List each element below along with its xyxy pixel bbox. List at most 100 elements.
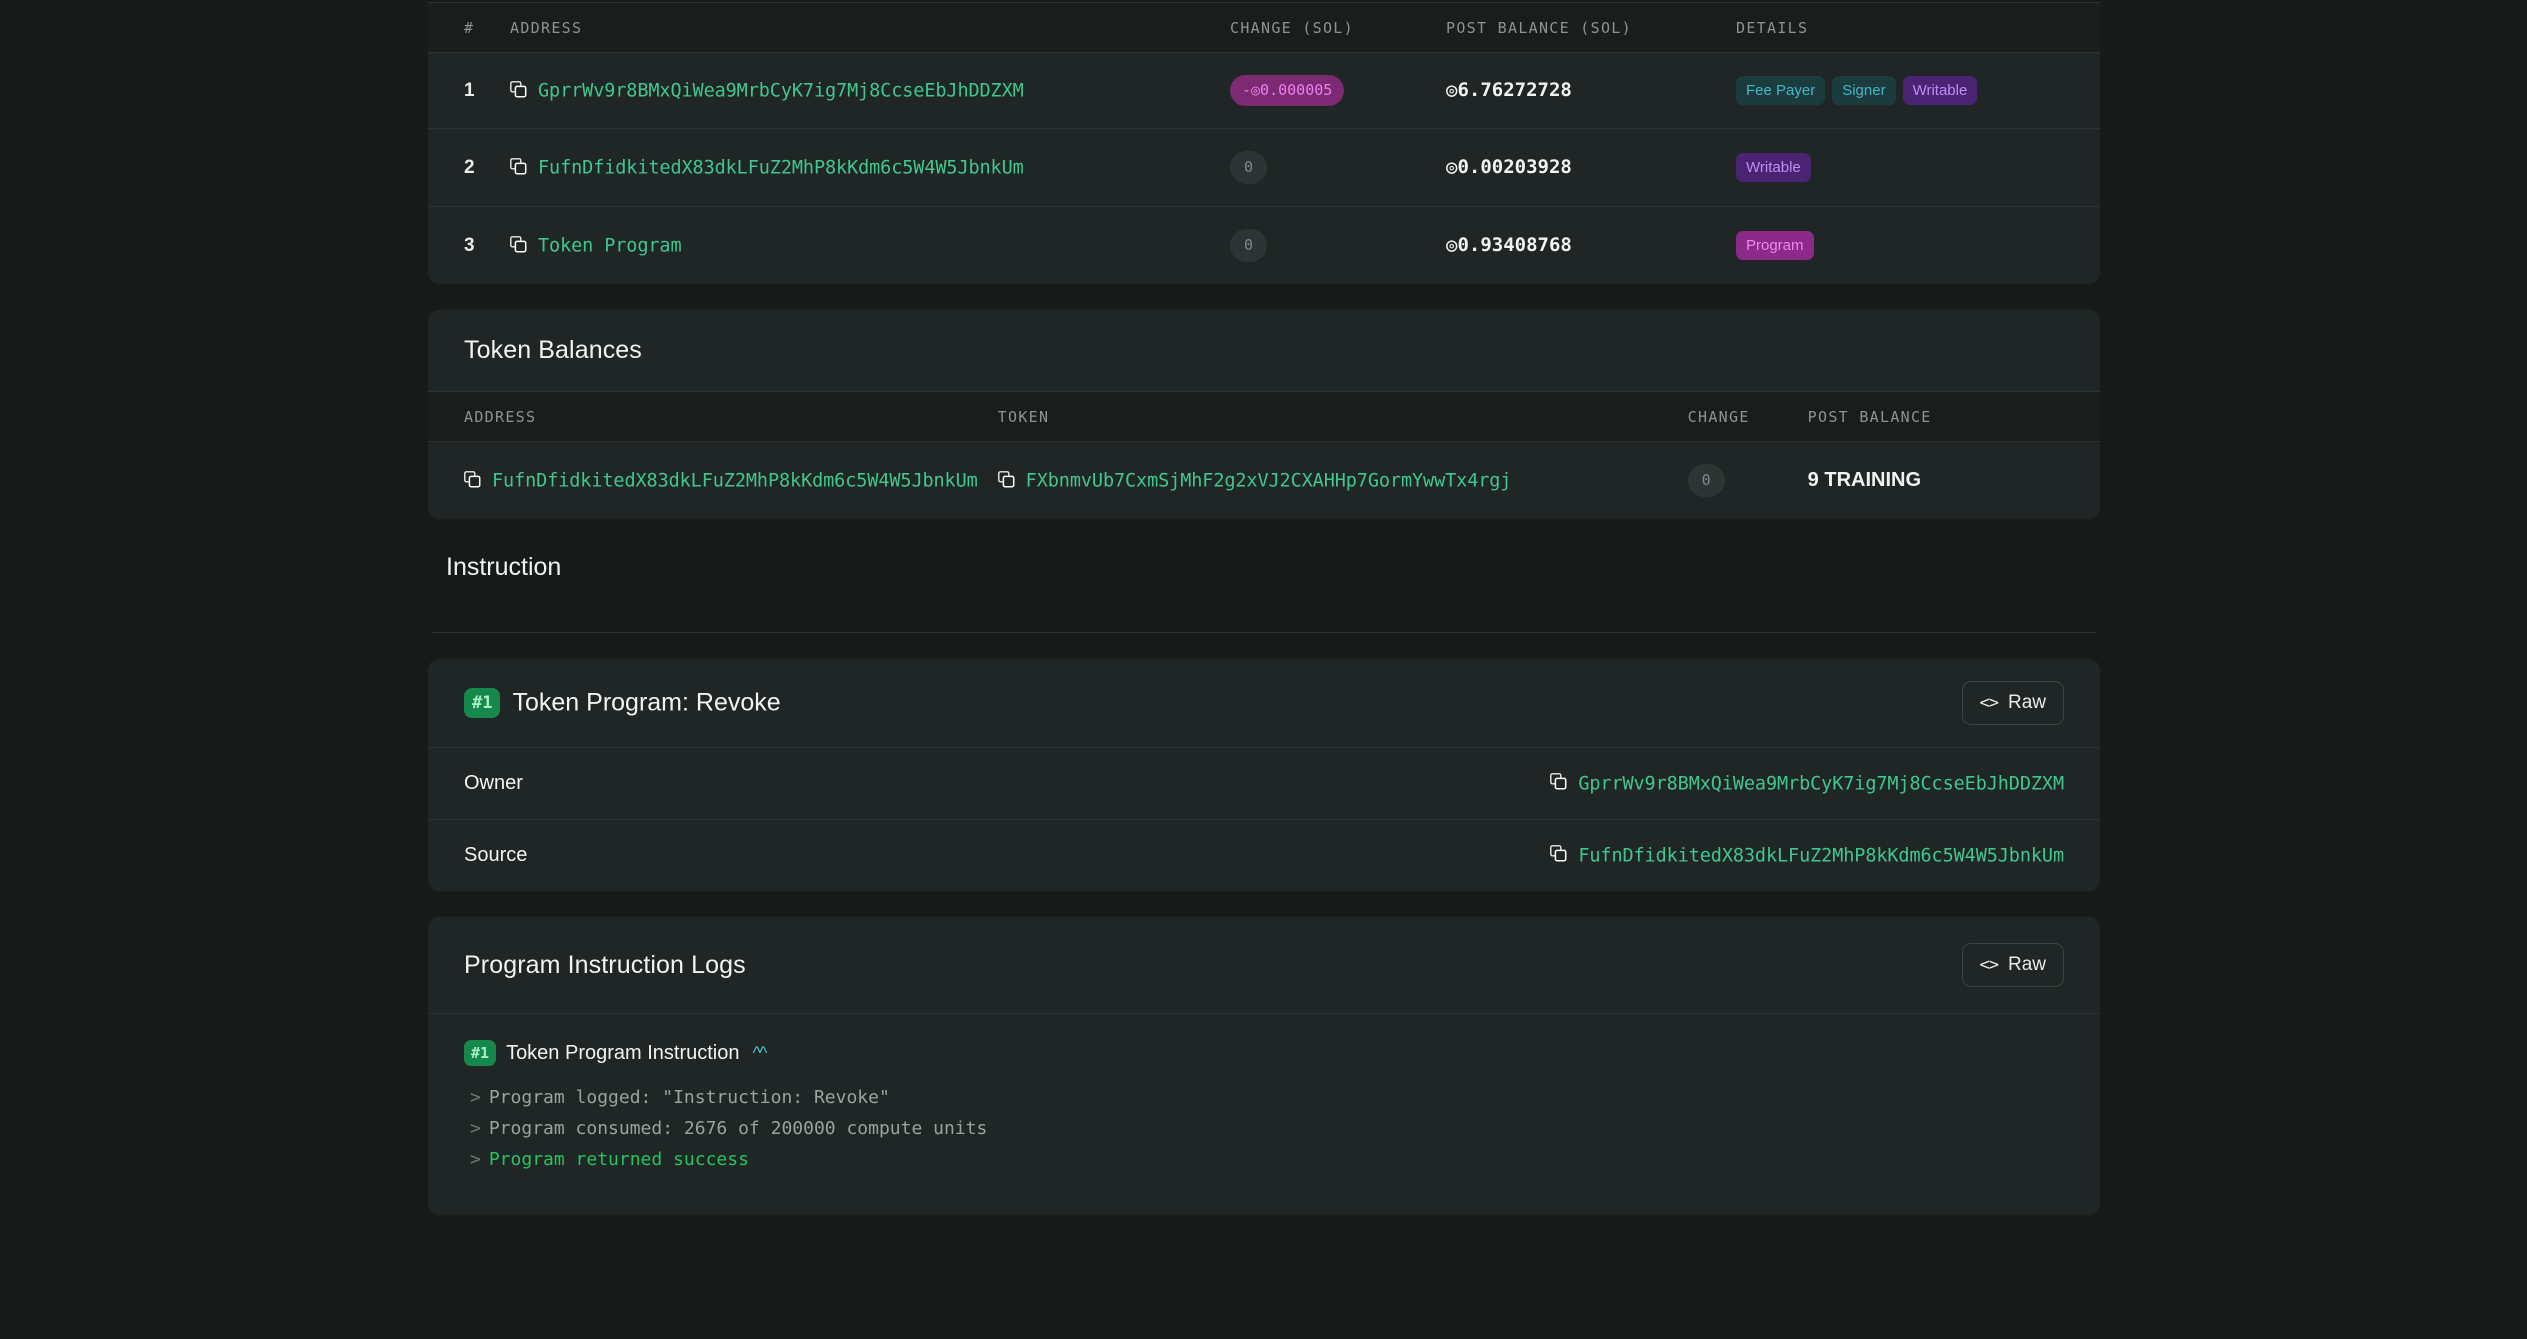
log-prefix-icon: > — [470, 1149, 481, 1170]
instruction-title: Token Program: Revoke — [512, 689, 780, 717]
source-address-link[interactable]: FufnDfidkitedX83dkLFuZ2MhP8kKdm6c5W4W5Jb… — [1578, 845, 2064, 866]
copy-icon[interactable] — [1550, 773, 1567, 790]
accounts-table-body: 1 GprrWv9r8BMxQiWea9MrbCyK7ig7Mj8CcseEbJ… — [428, 53, 2100, 285]
row-post-balance-cell: ◎0.00203928 — [1436, 129, 1726, 207]
row-address-cell: FufnDfidkitedX83dkLFuZ2MhP8kKdm6c5W4W5Jb… — [428, 442, 988, 520]
content-container: # ADDRESS CHANGE (SOL) POST BALANCE (SOL… — [428, 0, 2100, 1215]
col-address: ADDRESS — [428, 392, 988, 442]
logs-title: Program Instruction Logs — [464, 951, 746, 980]
status-badge: Fee Payer — [1736, 76, 1825, 105]
address-link[interactable]: FufnDfidkitedX83dkLFuZ2MhP8kKdm6c5W4W5Jb… — [538, 157, 1024, 178]
raw-button[interactable]: <> Raw — [1962, 681, 2065, 725]
row-index: 3 — [464, 235, 475, 256]
status-badge: Writable — [1903, 76, 1978, 105]
log-line-text: Program returned success — [489, 1149, 749, 1170]
table-row: 3 Token Program 0 — [428, 207, 2100, 285]
logs-card-header: Program Instruction Logs <> Raw — [428, 917, 2100, 1013]
address-link[interactable]: FufnDfidkitedX83dkLFuZ2MhP8kKdm6c5W4W5Jb… — [492, 470, 978, 491]
section-divider — [432, 632, 2096, 633]
copy-icon[interactable] — [998, 471, 1015, 488]
row-post-balance-cell: ◎0.93408768 — [1436, 207, 1726, 285]
code-icon: <> — [1980, 955, 1998, 975]
log-line: > Program returned success — [464, 1144, 2064, 1175]
log-prefix-icon: > — [470, 1118, 481, 1139]
col-details: DETAILS — [1726, 3, 2100, 53]
row-index: 2 — [464, 157, 475, 178]
log-prefix-icon: > — [470, 1087, 481, 1108]
row-change-cell: 0 — [1678, 442, 1798, 520]
change-badge: 0 — [1688, 464, 1725, 497]
instruction-index-badge: #1 — [464, 688, 500, 718]
copy-icon[interactable] — [510, 158, 527, 175]
row-details-cell: Program — [1726, 207, 2100, 285]
copy-icon[interactable] — [464, 471, 481, 488]
instruction-card: #1 Token Program: Revoke <> Raw Owner Gpr… — [428, 659, 2100, 891]
accounts-table: # ADDRESS CHANGE (SOL) POST BALANCE (SOL… — [428, 2, 2100, 284]
row-details-cell: Fee PayerSigner Writable — [1726, 53, 2100, 129]
col-change: CHANGE (SOL) — [1220, 3, 1436, 53]
address-link[interactable]: GprrWv9r8BMxQiWea9MrbCyK7ig7Mj8CcseEbJhD… — [538, 80, 1024, 101]
copy-icon[interactable] — [510, 236, 527, 253]
field-value: GprrWv9r8BMxQiWea9MrbCyK7ig7Mj8CcseEbJhD… — [1550, 773, 2064, 794]
change-badge: 0 — [1230, 151, 1267, 184]
post-balance-value: 9 TRAINING — [1808, 469, 1921, 491]
row-index-cell: 3 — [428, 207, 500, 285]
token-balances-table-head: ADDRESS TOKEN CHANGE POST BALANCE — [428, 392, 2100, 442]
instruction-field-row: Source FufnDfidkitedX83dkLFuZ2MhP8kKdm6c… — [428, 819, 2100, 891]
raw-button[interactable]: <> Raw — [1962, 943, 2065, 987]
instruction-field-row: Owner GprrWv9r8BMxQiWea9MrbCyK7ig7Mj8Ccs… — [428, 747, 2100, 819]
raw-button-label: Raw — [2008, 692, 2046, 714]
col-change: CHANGE — [1678, 392, 1798, 442]
chevron-up-double-icon[interactable]: ^^ — [753, 1044, 766, 1062]
row-token-cell: FXbnmvUb7CxmSjMhF2g2xVJ2CXAHHp7GormYwwTx… — [988, 442, 1678, 520]
status-badge: Program — [1736, 231, 1814, 260]
row-details-cell: Writable — [1726, 129, 2100, 207]
owner-address-link[interactable]: GprrWv9r8BMxQiWea9MrbCyK7ig7Mj8CcseEbJhD… — [1578, 773, 2064, 794]
token-balances-table-body: FufnDfidkitedX83dkLFuZ2MhP8kKdm6c5W4W5Jb… — [428, 442, 2100, 520]
col-post-balance: POST BALANCE — [1798, 392, 2100, 442]
copy-icon[interactable] — [1550, 845, 1567, 862]
col-index: # — [428, 3, 500, 53]
col-address: ADDRESS — [500, 3, 1220, 53]
row-address-cell: Token Program — [500, 207, 1220, 285]
log-line: > Program logged: "Instruction: Revoke" — [464, 1082, 2064, 1113]
row-post-balance-cell: ◎6.76272728 — [1436, 53, 1726, 129]
token-balances-table: ADDRESS TOKEN CHANGE POST BALANCE — [428, 391, 2100, 519]
field-key: Owner — [464, 772, 523, 795]
field-key: Source — [464, 844, 527, 867]
change-badge: -◎0.000005 — [1230, 75, 1344, 106]
token-link[interactable]: FXbnmvUb7CxmSjMhF2g2xVJ2CXAHHp7GormYwwTx… — [1026, 470, 1512, 491]
row-index: 1 — [464, 80, 475, 101]
raw-button-label: Raw — [2008, 954, 2046, 976]
change-badge: 0 — [1230, 229, 1267, 262]
row-change-cell: 0 — [1220, 207, 1436, 285]
copy-icon[interactable] — [510, 81, 527, 98]
table-row: 2 FufnDfidkitedX83dkLFuZ2MhP8kKdm6c5W4W5… — [428, 129, 2100, 207]
col-post-balance: POST BALANCE (SOL) — [1436, 3, 1726, 53]
accounts-table-head: # ADDRESS CHANGE (SOL) POST BALANCE (SOL… — [428, 3, 2100, 53]
token-balances-header: Token Balances — [428, 310, 2100, 391]
token-balances-header-row: ADDRESS TOKEN CHANGE POST BALANCE — [428, 392, 2100, 442]
page-title: Token Balances — [464, 336, 2064, 365]
row-index-cell: 2 — [428, 129, 500, 207]
row-change-cell: 0 — [1220, 129, 1436, 207]
row-index-cell: 1 — [428, 53, 500, 129]
table-row: FufnDfidkitedX83dkLFuZ2MhP8kKdm6c5W4W5Jb… — [428, 442, 2100, 520]
row-address-cell: FufnDfidkitedX83dkLFuZ2MhP8kKdm6c5W4W5Jb… — [500, 129, 1220, 207]
post-balance-value: ◎6.76272728 — [1446, 79, 1572, 101]
status-badge: Signer — [1832, 76, 1895, 105]
log-line-text: Program consumed: 2676 of 200000 compute… — [489, 1118, 988, 1139]
post-balance-value: ◎0.00203928 — [1446, 156, 1572, 178]
row-post-balance-cell: 9 TRAINING — [1798, 442, 2100, 520]
program-link[interactable]: Token Program — [538, 235, 682, 256]
log-entry-header: #1 Token Program Instruction ^^ — [464, 1040, 2064, 1066]
accounts-card: # ADDRESS CHANGE (SOL) POST BALANCE (SOL… — [428, 2, 2100, 284]
row-change-cell: -◎0.000005 — [1220, 53, 1436, 129]
log-line: > Program consumed: 2676 of 200000 comput… — [464, 1113, 2064, 1144]
log-index-badge: #1 — [464, 1040, 496, 1066]
page-root: # ADDRESS CHANGE (SOL) POST BALANCE (SOL… — [0, 0, 2527, 1339]
log-line-text: Program logged: "Instruction: Revoke" — [489, 1087, 890, 1108]
program-logs-card: Program Instruction Logs <> Raw #1 Token… — [428, 917, 2100, 1215]
log-entry-title: Token Program Instruction — [506, 1042, 739, 1065]
logs-body: #1 Token Program Instruction ^^ > Program… — [428, 1013, 2100, 1215]
